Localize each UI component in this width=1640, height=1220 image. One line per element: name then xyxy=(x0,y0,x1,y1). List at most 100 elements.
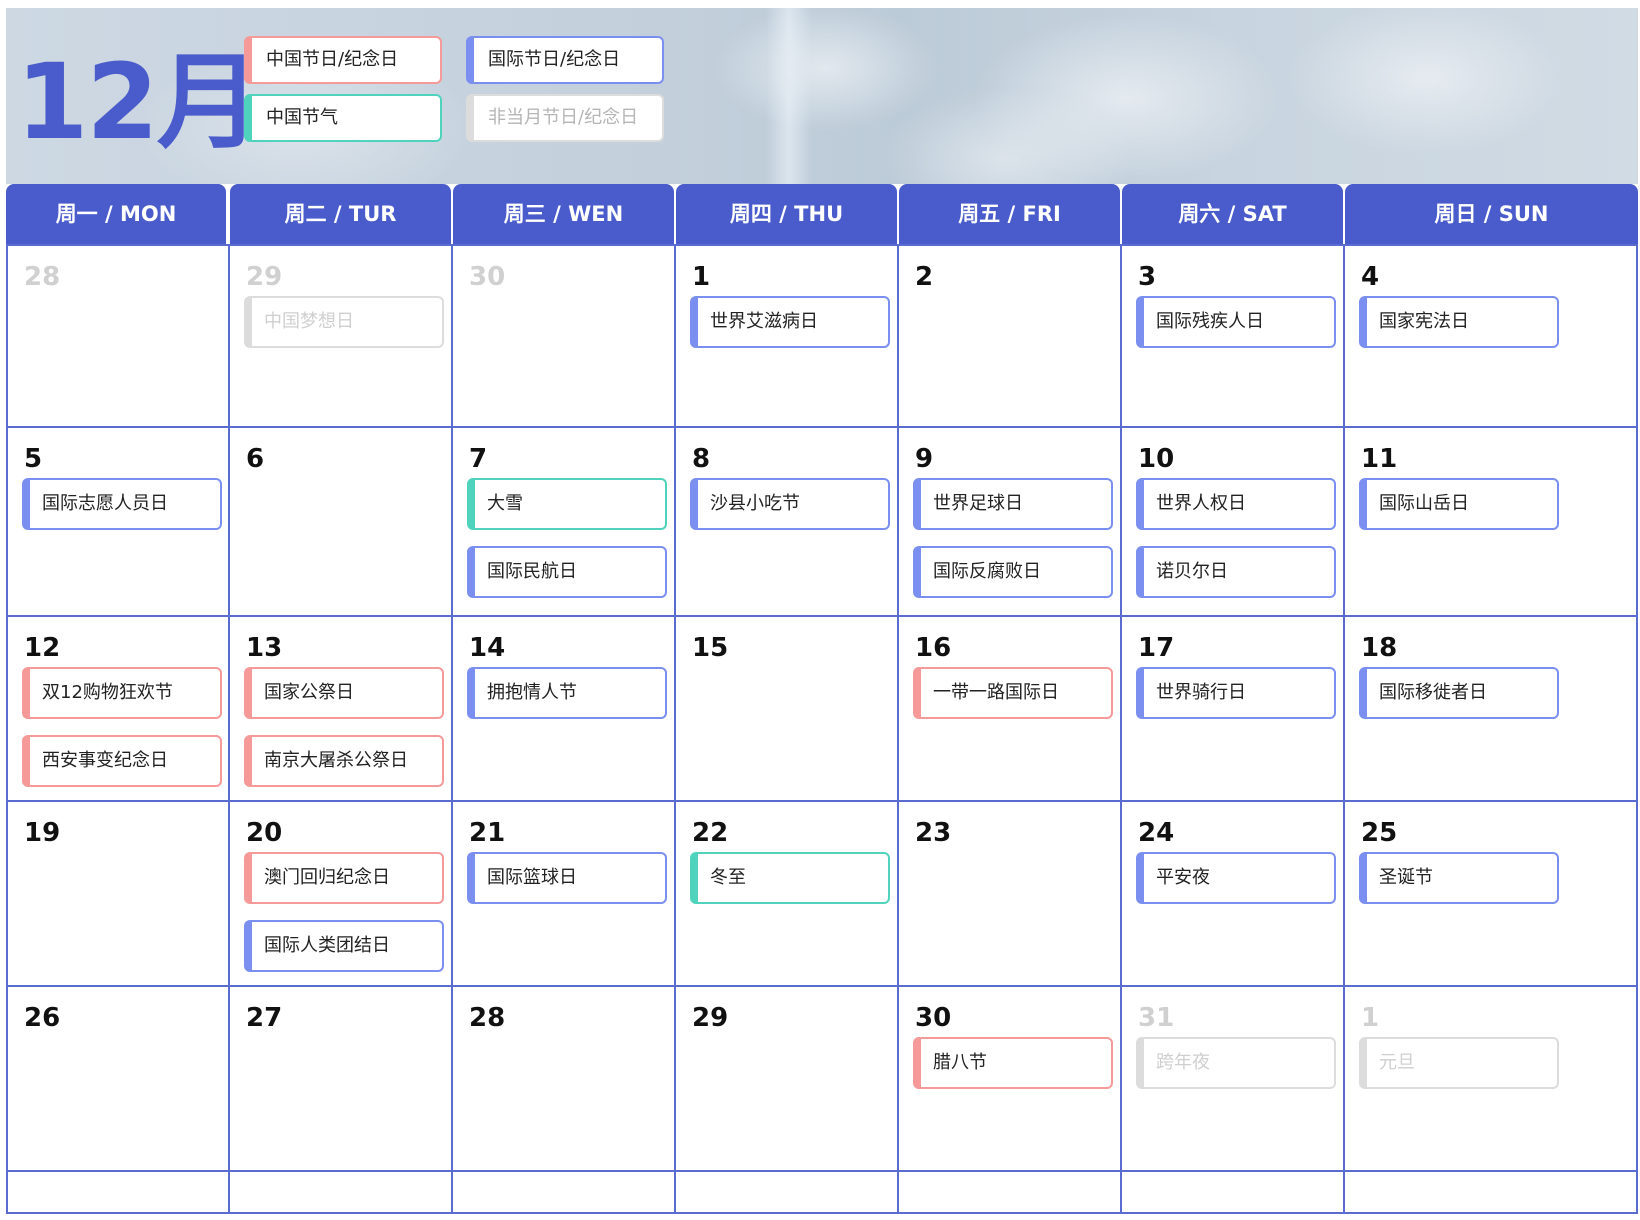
event-tag-intl[interactable]: 沙县小吃节 xyxy=(690,478,890,530)
day-cell[interactable]: 28 xyxy=(453,987,674,1170)
day-cell[interactable]: 15 xyxy=(676,617,897,800)
event-tag-cn[interactable]: 一带一路国际日 xyxy=(913,667,1113,719)
event-tag-intl[interactable]: 国际篮球日 xyxy=(467,852,667,904)
day-cell[interactable]: 31 跨年夜 xyxy=(1122,987,1343,1170)
day-number: 22 xyxy=(692,818,729,848)
day-number: 23 xyxy=(915,818,952,848)
day-cell[interactable]: 1 世界艾滋病日 xyxy=(676,246,897,426)
day-number: 9 xyxy=(915,444,934,474)
event-tag-intl[interactable]: 国际志愿人员日 xyxy=(22,478,222,530)
day-cell[interactable]: 9 世界足球日国际反腐败日 xyxy=(899,428,1120,615)
day-number: 8 xyxy=(692,444,711,474)
day-cell[interactable]: 20 澳门回归纪念日 国际人类团结日 xyxy=(230,802,451,985)
event-tag-intl[interactable]: 拥抱情人节 xyxy=(467,667,667,719)
legend-item-other: 非当月节日/纪念日 xyxy=(466,94,664,142)
event-tag-intl[interactable]: 国家宪法日 xyxy=(1359,296,1559,348)
day-cell[interactable]: 24 平安夜 xyxy=(1122,802,1343,985)
event-tag-intl[interactable]: 国际残疾人日 xyxy=(1136,296,1336,348)
day-number: 7 xyxy=(469,444,488,474)
event-tag-cn[interactable]: 南京大屠杀公祭日 xyxy=(244,735,444,787)
weekday-header: 周日 / SUN xyxy=(1345,184,1638,244)
day-cell[interactable]: 6 xyxy=(230,428,451,615)
weekday-header: 周六 / SAT xyxy=(1122,184,1343,244)
day-cell[interactable]: 17 世界骑行日 xyxy=(1122,617,1343,800)
day-cell[interactable]: 26 xyxy=(8,987,228,1170)
day-cell[interactable]: 23 xyxy=(899,802,1120,985)
event-tag-cn[interactable]: 国家公祭日 xyxy=(244,667,444,719)
legend-item-cn: 中国节日/纪念日 xyxy=(244,36,442,84)
day-cell[interactable]: 1 元旦 xyxy=(1345,987,1638,1170)
day-cell[interactable]: 5 国际志愿人员日 xyxy=(8,428,228,615)
event-tag-cn[interactable]: 澳门回归纪念日 xyxy=(244,852,444,904)
day-cell[interactable]: 11 国际山岳日 xyxy=(1345,428,1638,615)
event-tag-intl[interactable]: 诺贝尔日 xyxy=(1136,546,1336,598)
day-cell[interactable]: 19 xyxy=(8,802,228,985)
day-number: 21 xyxy=(469,818,506,848)
event-tag-other[interactable]: 元旦 xyxy=(1359,1037,1559,1089)
weekday-header: 周二 / TUR xyxy=(230,184,451,244)
day-cell[interactable]: 27 xyxy=(230,987,451,1170)
event-tag-intl[interactable]: 世界足球日 xyxy=(913,478,1113,530)
day-cell[interactable]: 16 一带一路国际日 xyxy=(899,617,1120,800)
day-cell[interactable]: 3 国际残疾人日 xyxy=(1122,246,1343,426)
event-tag-intl[interactable]: 国际民航日 xyxy=(467,546,667,598)
day-number: 29 xyxy=(246,262,283,292)
day-number: 28 xyxy=(24,262,61,292)
month-title: 12月 xyxy=(16,41,261,163)
day-number: 1 xyxy=(1361,1003,1380,1033)
day-number: 15 xyxy=(692,633,729,663)
weekday-header: 周五 / FRI xyxy=(899,184,1120,244)
day-cell[interactable]: 29 中国梦想日 xyxy=(230,246,451,426)
day-cell[interactable]: 21 国际篮球日 xyxy=(453,802,674,985)
day-number: 29 xyxy=(692,1003,729,1033)
day-cell[interactable]: 28 xyxy=(8,246,228,426)
day-cell[interactable]: 30 xyxy=(453,246,674,426)
day-cell[interactable]: 4 国家宪法日 xyxy=(1345,246,1638,426)
day-cell[interactable]: 30 腊八节 xyxy=(899,987,1120,1170)
day-cell[interactable]: 2 xyxy=(899,246,1120,426)
event-tag-other[interactable]: 跨年夜 xyxy=(1136,1037,1336,1089)
weekday-header: 周四 / THU xyxy=(676,184,897,244)
event-tag-cn[interactable]: 西安事变纪念日 xyxy=(22,735,222,787)
event-tag-other[interactable]: 中国梦想日 xyxy=(244,296,444,348)
day-number: 5 xyxy=(24,444,43,474)
day-cell[interactable]: 8 沙县小吃节 xyxy=(676,428,897,615)
day-number: 28 xyxy=(469,1003,506,1033)
event-tag-intl[interactable]: 国际反腐败日 xyxy=(913,546,1113,598)
event-tag-intl[interactable]: 国际山岳日 xyxy=(1359,478,1559,530)
day-cell[interactable]: 29 xyxy=(676,987,897,1170)
event-tag-intl[interactable]: 世界人权日 xyxy=(1136,478,1336,530)
snow-forest-banner: 12月 中国节日/纪念日 国际节日/纪念日 中国节气 非当月节日/纪念日 xyxy=(6,8,1638,184)
event-tag-term[interactable]: 大雪 xyxy=(467,478,667,530)
day-number: 13 xyxy=(246,633,283,663)
event-tag-intl[interactable]: 国际移徙者日 xyxy=(1359,667,1559,719)
event-tag-intl[interactable]: 世界骑行日 xyxy=(1136,667,1336,719)
day-cell[interactable]: 10 世界人权日诺贝尔日 xyxy=(1122,428,1343,615)
day-number: 30 xyxy=(469,262,506,292)
day-number: 30 xyxy=(915,1003,952,1033)
day-cell[interactable]: 22 冬至 xyxy=(676,802,897,985)
day-number: 10 xyxy=(1138,444,1175,474)
day-number: 16 xyxy=(915,633,952,663)
day-cell[interactable]: 7 大雪国际民航日 xyxy=(453,428,674,615)
calendar-grid: 28 29 中国梦想日 30 1 世界艾滋病日 2 3 国际残疾人日 4 国家宪法日 5 国际志愿人员日… xyxy=(6,244,1638,1214)
event-tag-cn[interactable]: 双12购物狂欢节 xyxy=(22,667,222,719)
event-tag-intl[interactable]: 圣诞节 xyxy=(1359,852,1559,904)
day-number: 2 xyxy=(915,262,934,292)
day-cell[interactable]: 14 拥抱情人节 xyxy=(453,617,674,800)
day-cell[interactable]: 18 国际移徙者日 xyxy=(1345,617,1638,800)
day-number: 12 xyxy=(24,633,61,663)
event-tag-cn[interactable]: 腊八节 xyxy=(913,1037,1113,1089)
event-tag-intl[interactable]: 世界艾滋病日 xyxy=(690,296,890,348)
day-cell[interactable]: 13 国家公祭日南京大屠杀公祭日 xyxy=(230,617,451,800)
day-number: 31 xyxy=(1138,1003,1175,1033)
event-tag-intl[interactable]: 国际人类团结日 xyxy=(244,920,444,972)
day-cell[interactable]: 25 圣诞节 xyxy=(1345,802,1638,985)
legend-item-term: 中国节气 xyxy=(244,94,442,142)
weekday-header: 周一 / MON xyxy=(6,184,226,244)
day-number: 25 xyxy=(1361,818,1398,848)
event-tag-intl[interactable]: 平安夜 xyxy=(1136,852,1336,904)
day-cell[interactable]: 12 双12购物狂欢节 西安事变纪念日 xyxy=(8,617,228,800)
event-tag-term[interactable]: 冬至 xyxy=(690,852,890,904)
day-number: 14 xyxy=(469,633,506,663)
